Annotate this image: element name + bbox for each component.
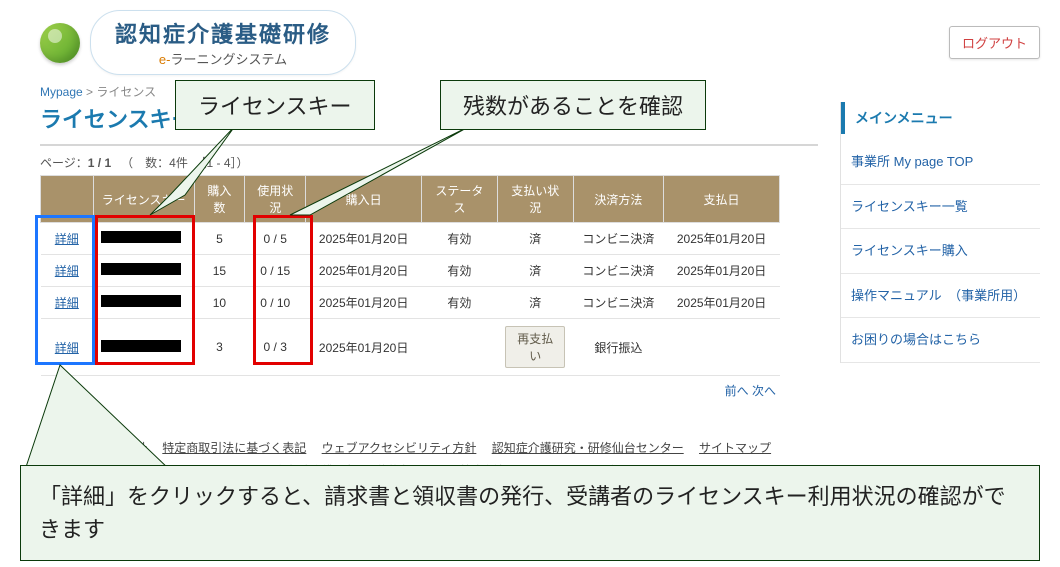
th-pay-date: 支払日: [664, 176, 780, 223]
cell-pay-date: 2025年01月20日: [664, 223, 780, 255]
repay-button[interactable]: 再支払い: [505, 326, 565, 368]
cell-purchase-date: 2025年01月20日: [306, 287, 422, 319]
cell-purchase-date: 2025年01月20日: [306, 223, 422, 255]
footer-link[interactable]: サイトマップ: [699, 441, 771, 455]
footer-link[interactable]: 特定商取引法に基づく表記: [162, 441, 306, 455]
footer-link[interactable]: 認知症介護研究・研修仙台センター: [492, 441, 684, 455]
highlight-usage-column: [253, 215, 313, 365]
logo-icon: [40, 23, 80, 63]
site-title: 認知症介護基礎研修: [115, 17, 331, 49]
cell-pay-status: 済: [497, 287, 573, 319]
highlight-key-column: [95, 215, 195, 365]
cell-pay-method: 銀行振込: [573, 319, 664, 376]
site-subtitle-accent: e-: [159, 52, 171, 67]
cell-pay-date: [664, 319, 780, 376]
cell-qty: 15: [194, 255, 245, 287]
cell-qty: 5: [194, 223, 245, 255]
cell-pay-date: 2025年01月20日: [664, 255, 780, 287]
site-subtitle: ラーニングシステム: [170, 52, 287, 67]
cell-pay-method: コンビニ決済: [573, 255, 664, 287]
cell-pay-status: 再支払い: [497, 319, 573, 376]
sidebar: メインメニュー 事業所 My page TOP ライセンスキー一覧 ライセンスキ…: [840, 102, 1040, 363]
logo-text: 認知症介護基礎研修 e-ラーニングシステム: [90, 10, 356, 75]
cell-pay-method: コンビニ決済: [573, 223, 664, 255]
th-pay-status: 支払い状況: [497, 176, 573, 223]
cell-purchase-date: 2025年01月20日: [306, 255, 422, 287]
cell-status: 有効: [422, 287, 498, 319]
cell-status: 有効: [422, 255, 498, 287]
pager-prev[interactable]: 前へ: [725, 384, 749, 398]
sidebar-item-mypage-top[interactable]: 事業所 My page TOP: [841, 140, 1040, 185]
cell-purchase-date: 2025年01月20日: [306, 319, 422, 376]
th-qty: 購入数: [194, 176, 245, 223]
sidebar-item-help[interactable]: お困りの場合はこちら: [841, 318, 1040, 363]
th-pay-method: 決済方法: [573, 176, 664, 223]
cell-status: 有効: [422, 223, 498, 255]
cell-qty: 3: [194, 319, 245, 376]
cell-status: [422, 319, 498, 376]
annotation-callout-remain: 残数があることを確認: [440, 80, 706, 130]
annotation-bigbox: 「詳細」をクリックすると、請求書と領収書の発行、受講者のライセンスキー利用状況の…: [20, 465, 1040, 561]
sidebar-heading: メインメニュー: [841, 102, 1040, 134]
sidebar-item-manual[interactable]: 操作マニュアル （事業所用）: [841, 274, 1040, 319]
header: 認知症介護基礎研修 e-ラーニングシステム ログアウト: [40, 10, 1040, 75]
footer-link[interactable]: ウェブアクセシビリティ方針: [322, 441, 477, 455]
th-purchase-date: 購入日: [306, 176, 422, 223]
sidebar-item-license-list[interactable]: ライセンスキー一覧: [841, 185, 1040, 230]
cell-qty: 10: [194, 287, 245, 319]
breadcrumb-mypage[interactable]: Mypage: [40, 85, 83, 99]
cell-pay-status: 済: [497, 223, 573, 255]
th-status: ステータス: [422, 176, 498, 223]
footer-link[interactable]: 関する指針: [87, 441, 147, 455]
sidebar-item-license-buy[interactable]: ライセンスキー購入: [841, 229, 1040, 274]
logout-button[interactable]: ログアウト: [949, 26, 1040, 59]
pager-next[interactable]: 次へ: [752, 384, 776, 398]
cell-pay-date: 2025年01月20日: [664, 287, 780, 319]
highlight-detail-column: [35, 215, 95, 365]
cell-pay-method: コンビニ決済: [573, 287, 664, 319]
breadcrumb-current: ライセンス: [96, 85, 156, 99]
annotation-callout-key: ライセンスキー: [175, 80, 375, 130]
footer-links: 関する指針 特定商取引法に基づく表記 ウェブアクセシビリティ方針 認知症介護研究…: [40, 439, 818, 456]
cell-pay-status: 済: [497, 255, 573, 287]
pager-summary: ページ：1 / 1 （ 数：4件 ［1 - 4］）: [40, 154, 818, 171]
